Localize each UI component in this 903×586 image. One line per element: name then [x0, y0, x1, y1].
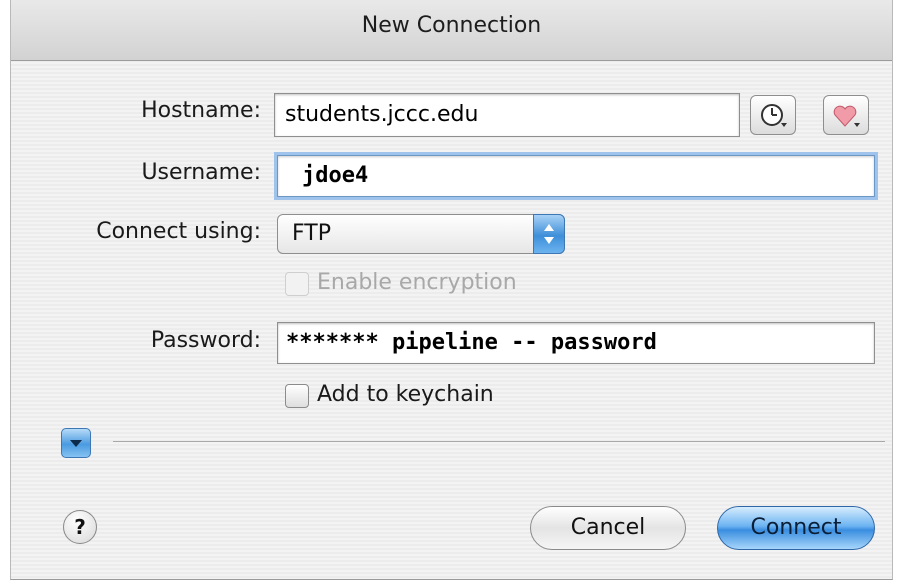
enable-encryption-label: Enable encryption [317, 270, 517, 295]
title-bar: New Connection [11, 0, 892, 61]
connect-using-label: Connect using: [96, 219, 261, 244]
help-button[interactable]: ? [63, 510, 97, 544]
recent-servers-button[interactable] [750, 95, 796, 135]
options-divider [113, 441, 885, 442]
heart-icon [833, 105, 860, 127]
connect-button[interactable]: Connect [717, 506, 875, 550]
window-title: New Connection [361, 13, 542, 38]
add-to-keychain-label: Add to keychain [317, 382, 494, 407]
new-connection-dialog: New Connection Hostname: students.jccc.e… [10, 0, 893, 580]
protocol-popup[interactable]: FTP [277, 214, 565, 254]
cancel-button[interactable]: Cancel [530, 506, 686, 550]
favorite-servers-button[interactable] [823, 95, 869, 135]
enable-encryption-checkbox[interactable] [285, 272, 309, 296]
hostname-field[interactable]: students.jccc.edu [274, 93, 740, 137]
protocol-value: FTP [292, 221, 331, 246]
password-label: Password: [150, 328, 261, 353]
username-field[interactable]: jdoe4 [277, 155, 875, 197]
add-to-keychain-checkbox[interactable] [285, 384, 309, 408]
username-label: Username: [141, 160, 261, 185]
clock-icon [761, 104, 787, 127]
disclosure-button[interactable] [61, 428, 91, 458]
hostname-label: Hostname: [141, 98, 261, 123]
popup-arrows-icon [533, 214, 565, 254]
password-field[interactable]: ******* pipeline -- password [277, 322, 875, 364]
disclosure-triangle-icon [70, 440, 82, 447]
